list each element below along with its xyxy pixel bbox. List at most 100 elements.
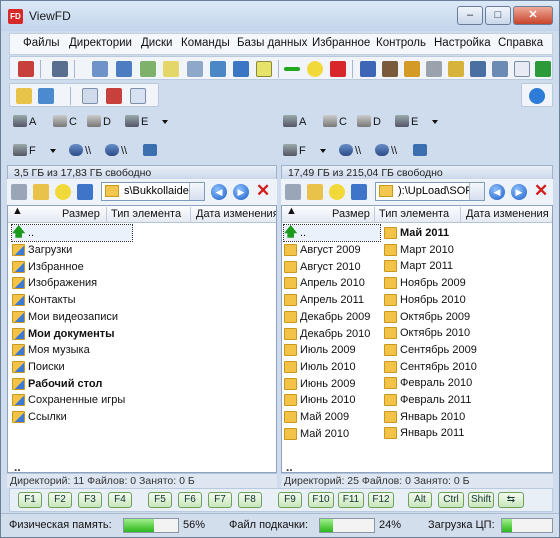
network-globe-right[interactable]: \\ (375, 144, 397, 157)
drive-a-right[interactable]: A (283, 115, 306, 128)
menu-disks[interactable]: Диски (141, 37, 172, 49)
fkey-10-button[interactable]: F10 (308, 492, 334, 508)
back-icon[interactable]: ◀ (489, 184, 505, 200)
menu-databases[interactable]: Базы данных (237, 37, 307, 49)
contacts-icon[interactable] (233, 61, 249, 77)
menu-directories[interactable]: Директории (69, 37, 132, 49)
drive-a[interactable]: A (13, 115, 36, 128)
image-icon[interactable] (140, 61, 156, 77)
network-globe[interactable]: \\ (105, 144, 127, 157)
refresh-icon[interactable] (351, 184, 367, 200)
column-type[interactable]: Тип элемента (111, 208, 181, 220)
two-panel-icon[interactable] (116, 61, 132, 77)
close-icon[interactable]: ✕ (534, 182, 548, 199)
page-icon[interactable] (514, 61, 530, 77)
scanner-icon[interactable] (18, 61, 34, 77)
drive-icon[interactable] (285, 184, 301, 200)
chevron-down-icon[interactable] (432, 120, 439, 124)
network-drive[interactable]: \\ (69, 144, 91, 157)
close-icon[interactable]: ✕ (256, 182, 270, 199)
forward-icon[interactable]: ▶ (233, 184, 249, 200)
drive-c-right[interactable]: C (323, 115, 347, 128)
monitor[interactable] (143, 144, 159, 157)
magnifier-icon[interactable] (256, 61, 272, 77)
frame-icon[interactable] (470, 61, 486, 77)
sync-folders-icon[interactable] (38, 88, 54, 104)
fkey-11-button[interactable]: F11 (338, 492, 364, 508)
menu-help[interactable]: Справка (498, 37, 543, 49)
right-path-input[interactable]: ):\UpLoad\SOFT (375, 182, 485, 201)
drive-e-right[interactable]: E (395, 115, 439, 128)
drive-c[interactable]: C (53, 115, 77, 128)
internet-explorer-icon[interactable] (529, 88, 545, 104)
fkey-15-button[interactable]: Shift (468, 492, 494, 508)
grid-icon[interactable] (492, 61, 508, 77)
fkey-12-button[interactable]: F12 (368, 492, 394, 508)
network-drive-right[interactable]: \\ (339, 144, 361, 157)
picture-icon[interactable] (187, 61, 203, 77)
folder-icon[interactable] (16, 88, 32, 104)
menu-files[interactable]: Файлы (23, 37, 60, 49)
minus-icon[interactable] (284, 67, 300, 71)
fkey-9-button[interactable]: F9 (278, 492, 302, 508)
drive-d[interactable]: D (87, 115, 111, 128)
print-icon[interactable] (106, 88, 122, 104)
fkey-5-button[interactable]: F5 (148, 492, 172, 508)
chevron-down-icon[interactable] (319, 149, 326, 153)
fkey-2-button[interactable]: F2 (48, 492, 72, 508)
report-icon[interactable] (130, 88, 146, 104)
menu-favorites[interactable]: Избранное (312, 37, 370, 49)
music-icon[interactable] (360, 61, 376, 77)
ruler-icon[interactable] (404, 61, 420, 77)
menu-control[interactable]: Контроль (376, 37, 426, 49)
fkey-7-button[interactable]: F7 (208, 492, 232, 508)
minimize-button[interactable]: – (457, 6, 483, 25)
tool-icon[interactable] (535, 61, 551, 77)
maximize-button[interactable]: □ (485, 6, 511, 25)
fkey-3-button[interactable]: F3 (78, 492, 102, 508)
film-icon[interactable] (382, 61, 398, 77)
fkey-1-button[interactable]: F1 (18, 492, 42, 508)
drive-f[interactable]: F (13, 144, 56, 157)
favorites-star-icon[interactable] (329, 184, 345, 200)
column-date[interactable]: Дата изменения (196, 208, 276, 220)
star-icon[interactable] (307, 61, 323, 77)
chevron-down-icon[interactable] (162, 120, 169, 124)
refresh-icon[interactable] (77, 184, 93, 200)
favorites-star-icon[interactable] (55, 184, 71, 200)
drive-f-right[interactable]: F (283, 144, 326, 157)
forward-icon[interactable]: ▶ (511, 184, 527, 200)
network-icon[interactable] (210, 61, 226, 77)
menu-commands[interactable]: Команды (181, 37, 230, 49)
column-size[interactable]: Размер (332, 208, 370, 220)
drive-icon[interactable] (11, 184, 27, 200)
back-icon[interactable]: ◀ (211, 184, 227, 200)
folder-up-icon[interactable] (307, 184, 323, 200)
chevron-down-icon[interactable] (469, 183, 484, 200)
fkey-13-button[interactable]: Alt (408, 492, 432, 508)
column-type[interactable]: Тип элемента (379, 208, 449, 220)
fkey-8-button[interactable]: F8 (238, 492, 262, 508)
view-icon[interactable] (52, 61, 68, 77)
notepad-icon[interactable] (82, 88, 98, 104)
fkey-4-button[interactable]: F4 (108, 492, 132, 508)
close-button[interactable]: ✕ (513, 6, 553, 25)
slides-icon[interactable] (448, 61, 464, 77)
thumbnail-list-icon[interactable] (92, 61, 108, 77)
folder-up-icon[interactable] (33, 184, 49, 200)
column-size[interactable]: Размер (62, 208, 100, 220)
plus-icon[interactable] (330, 61, 346, 77)
right-file-panel[interactable]: ▲ Размер Тип элемента Дата изменения 🡅..… (281, 205, 553, 473)
fkey-16-button[interactable]: ⇆ (498, 492, 524, 508)
chevron-down-icon[interactable] (49, 149, 56, 153)
fkey-14-button[interactable]: Ctrl (438, 492, 464, 508)
drive-e[interactable]: E (125, 115, 169, 128)
bulb-icon[interactable] (163, 61, 179, 77)
chevron-down-icon[interactable] (189, 183, 204, 200)
parent-dir-row[interactable]: 🡅.. (283, 224, 381, 242)
left-path-input[interactable]: s\Bukkollaider (101, 182, 205, 201)
menu-settings[interactable]: Настройка (434, 37, 491, 49)
drive-d-right[interactable]: D (357, 115, 381, 128)
parent-dir-row[interactable]: 🡅.. (11, 224, 133, 242)
left-file-panel[interactable]: ▲ Размер Тип элемента Дата изменения 🡅..… (7, 205, 277, 473)
